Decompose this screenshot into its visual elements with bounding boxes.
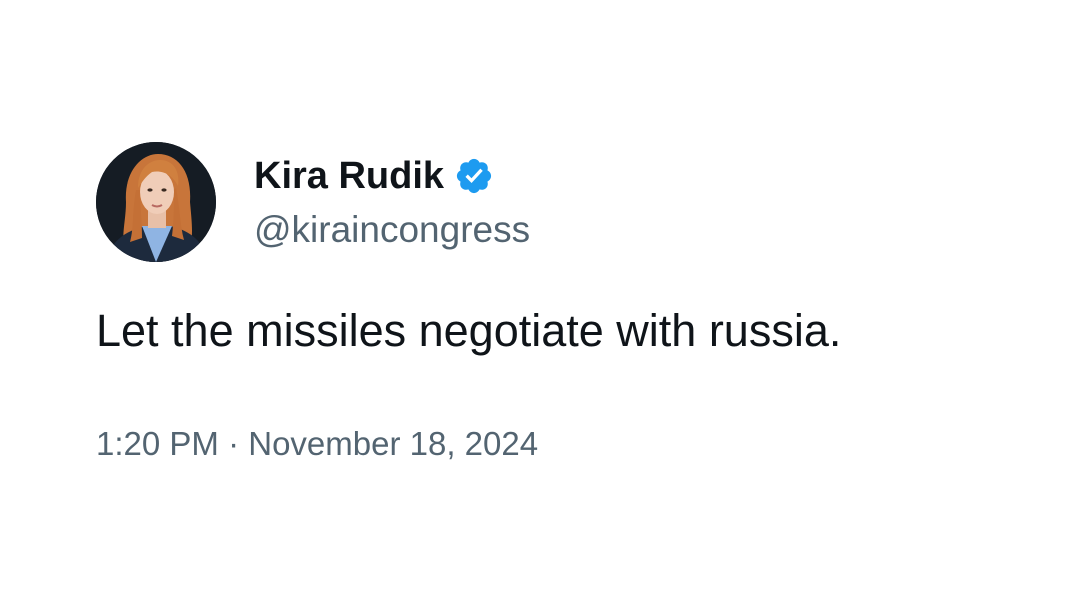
author-display-name[interactable]: Kira Rudik [254, 152, 444, 200]
tweet-date: November 18, 2024 [248, 425, 539, 462]
verified-badge-icon [454, 156, 494, 196]
avatar[interactable] [96, 142, 216, 262]
tweet-text: Let the missiles negotiate with russia. [96, 305, 842, 356]
author-name-row: Kira Rudik [254, 152, 494, 200]
profile-photo [96, 142, 216, 262]
tweet-timestamp[interactable]: 1:20 PM · November 18, 2024 [96, 423, 538, 465]
author-handle[interactable]: @kiraincongress [254, 206, 530, 254]
tweet-time: 1:20 PM [96, 425, 219, 462]
timestamp-separator: · [228, 425, 240, 462]
